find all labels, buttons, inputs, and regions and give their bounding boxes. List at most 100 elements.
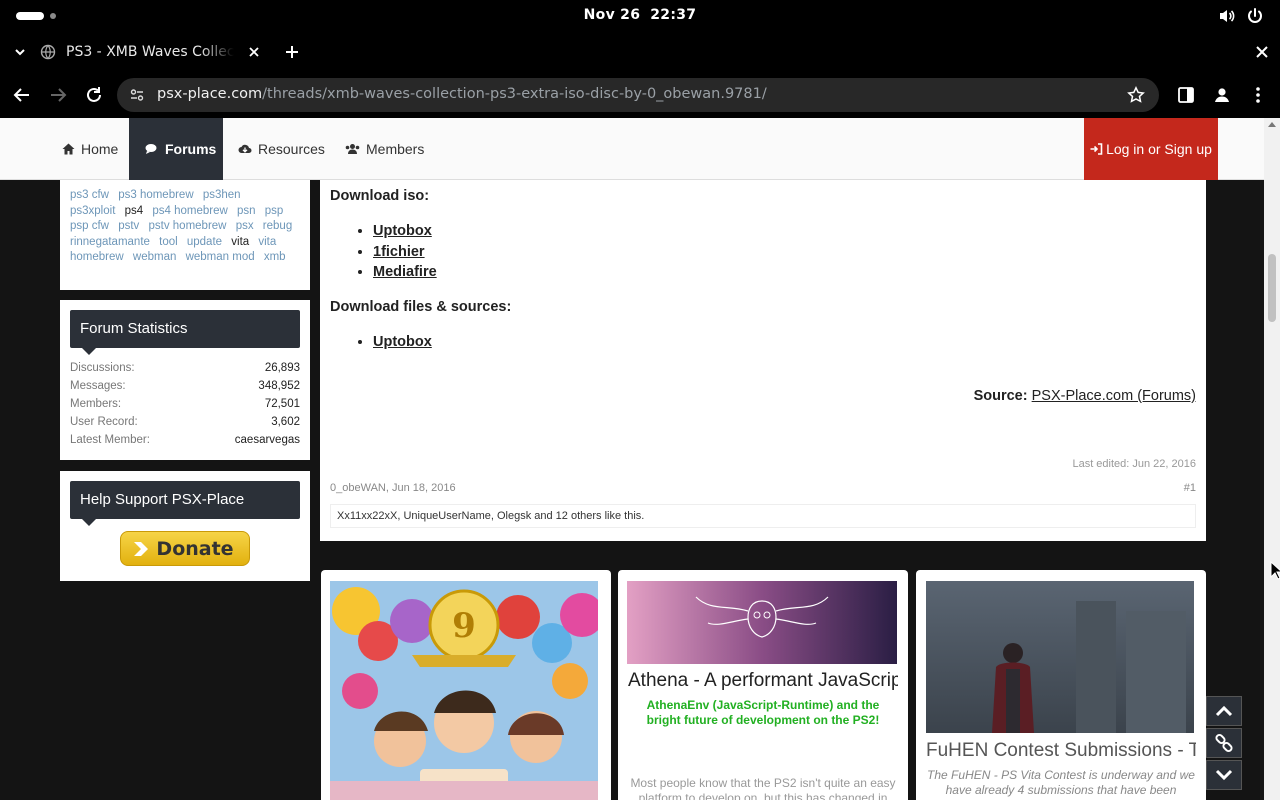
sign-in-icon <box>1090 143 1103 155</box>
link-uptobox-files[interactable]: Uptobox <box>373 334 432 355</box>
scrollbar-thumb[interactable] <box>1268 254 1276 322</box>
donate-label: Donate <box>156 537 234 560</box>
stat-label: Latest Member: <box>70 434 150 446</box>
menu-kebab-icon[interactable] <box>1248 85 1268 105</box>
iso-links-list: Uptobox 1fichier Mediafire <box>373 223 437 285</box>
source-label: Source: <box>973 388 1028 404</box>
chevron-up-icon <box>1215 705 1233 717</box>
nav-forums[interactable]: Forums <box>129 118 223 180</box>
tag-link[interactable]: update <box>187 236 222 248</box>
chevron-down-icon <box>1215 769 1233 781</box>
tag-link[interactable]: rinnegatamante <box>70 236 150 248</box>
latest-member-link[interactable]: caesarvegas <box>235 434 300 446</box>
scroll-up-arrow-icon[interactable] <box>1268 122 1276 127</box>
window-close-icon[interactable] <box>1254 44 1270 60</box>
svg-text:9: 9 <box>452 606 476 646</box>
tag-link[interactable]: ps3hen <box>203 189 241 201</box>
link-mediafire[interactable]: Mediafire <box>373 264 437 285</box>
help-support-heading: Help Support PSX-Place <box>70 481 300 526</box>
clock-date: Nov 26 <box>583 7 641 23</box>
tag-link[interactable]: ps3xploit <box>70 205 115 217</box>
tab-active[interactable]: PS3 - XMB Waves Collection PS3 Extra ISO… <box>40 36 272 68</box>
system-clock[interactable]: Nov 26 22:37 <box>0 7 1280 23</box>
tag-link[interactable]: ps3 cfw <box>70 189 109 201</box>
post-author-date[interactable]: 0_obeWAN, Jun 18, 2016 <box>330 482 456 494</box>
globe-icon <box>40 44 56 60</box>
tag-link[interactable]: ps4 homebrew <box>152 205 227 217</box>
tab-title: PS3 - XMB Waves Collection PS3 Extra ISO… <box>66 44 234 60</box>
stat-label: Discussions: <box>70 362 135 374</box>
login-signup-button[interactable]: Log in or Sign up <box>1084 118 1218 180</box>
power-icon[interactable] <box>1246 7 1264 25</box>
card-subtitle: AthenaEnv (JavaScript-Runtime) and the b… <box>646 698 880 727</box>
post-permalink[interactable]: #1 <box>1184 482 1196 494</box>
tag-link[interactable]: psp cfw <box>70 220 109 232</box>
profile-icon[interactable] <box>1212 85 1232 105</box>
arrow-right-icon <box>134 542 148 556</box>
scroll-bottom-button[interactable] <box>1206 760 1242 790</box>
stat-row: Latest Member: caesarvegas <box>70 434 300 446</box>
url-text: psx-place.com/threads/xmb-waves-collecti… <box>157 86 767 102</box>
tag-link[interactable]: pstv <box>118 220 139 232</box>
tag-link[interactable]: webman <box>133 251 176 263</box>
help-support-block: Help Support PSX-Place Donate <box>60 471 310 581</box>
stat-label: Members: <box>70 398 122 410</box>
stat-value: 72,501 <box>264 398 300 410</box>
tab-bar: PS3 - XMB Waves Collection PS3 Extra ISO… <box>0 32 1280 72</box>
tag-link[interactable]: ps4 <box>125 205 144 217</box>
nav-members[interactable]: Members <box>345 118 424 180</box>
source-link[interactable]: PSX-Place.com (Forums) <box>1032 388 1196 404</box>
stat-value: 3,602 <box>271 416 300 428</box>
browser-toolbar: psx-place.com/threads/xmb-waves-collecti… <box>0 72 1280 118</box>
nav-resources[interactable]: Resources <box>238 118 325 180</box>
card-title[interactable]: Athena - A performant JavaScrip... <box>628 670 898 692</box>
nav-home-label: Home <box>81 141 119 157</box>
donate-button[interactable]: Donate <box>120 531 250 566</box>
likes-summary[interactable]: Xx11xx22xX, UniqueUserName, Olegsk and 1… <box>330 504 1196 528</box>
fuhen-contest-image <box>926 581 1194 733</box>
close-tab-icon[interactable] <box>246 44 262 60</box>
tag-link[interactable]: psp <box>265 205 284 217</box>
side-panel-icon[interactable] <box>1176 85 1196 105</box>
nav-forums-label: Forums <box>165 141 217 157</box>
share-link-button[interactable] <box>1206 728 1242 758</box>
cloud-download-icon <box>238 144 252 153</box>
featured-card-fuhen[interactable]: FuHEN Contest Submissions - T... The FuH… <box>916 570 1206 800</box>
stat-row: Messages: 348,952 <box>70 380 300 392</box>
tag-link[interactable]: tool <box>159 236 178 248</box>
stat-label: User Record: <box>70 416 138 428</box>
system-top-bar: Nov 26 22:37 <box>0 0 1280 32</box>
anniversary-image: 9 <box>330 581 598 800</box>
link-uptobox-iso[interactable]: Uptobox <box>373 223 437 244</box>
forum-statistics-block: Forum Statistics Discussions: 26,893 Mess… <box>60 300 310 460</box>
back-icon[interactable] <box>11 84 33 106</box>
tag-link[interactable]: rebug <box>263 220 292 232</box>
forward-icon[interactable] <box>47 84 69 106</box>
nav-home[interactable]: Home <box>50 118 130 180</box>
tab-search-chevron-icon[interactable] <box>13 45 27 59</box>
card-title[interactable]: FuHEN Contest Submissions - T... <box>926 740 1196 762</box>
tag-link[interactable]: ps3 homebrew <box>118 189 193 201</box>
login-label: Log in or Sign up <box>1106 141 1212 157</box>
featured-card-anniversary[interactable]: 9 <box>321 570 611 800</box>
tag-link[interactable]: psx <box>236 220 254 232</box>
tag-link[interactable]: xmb <box>264 251 286 263</box>
nav-members-label: Members <box>366 141 425 157</box>
featured-card-athena[interactable]: Athena - A performant JavaScrip... Athen… <box>618 570 908 800</box>
tag-link[interactable]: webman mod <box>186 251 255 263</box>
clock-time: 22:37 <box>650 7 697 23</box>
download-files-heading: Download files & sources: <box>330 299 512 315</box>
site-info-icon[interactable] <box>129 87 145 103</box>
tag-link[interactable]: psn <box>237 205 256 217</box>
reload-icon[interactable] <box>83 84 105 106</box>
tag-link[interactable]: pstv homebrew <box>149 220 227 232</box>
new-tab-icon[interactable] <box>283 43 301 61</box>
page-scrollbar[interactable] <box>1264 118 1280 800</box>
volume-icon[interactable] <box>1218 7 1236 25</box>
bookmark-star-icon[interactable] <box>1127 86 1145 104</box>
athena-banner-image <box>627 581 897 664</box>
link-1fichier[interactable]: 1fichier <box>373 244 437 265</box>
address-bar[interactable]: psx-place.com/threads/xmb-waves-collecti… <box>117 78 1159 112</box>
scroll-top-button[interactable] <box>1206 696 1242 726</box>
tag-link[interactable]: vita <box>231 236 249 248</box>
